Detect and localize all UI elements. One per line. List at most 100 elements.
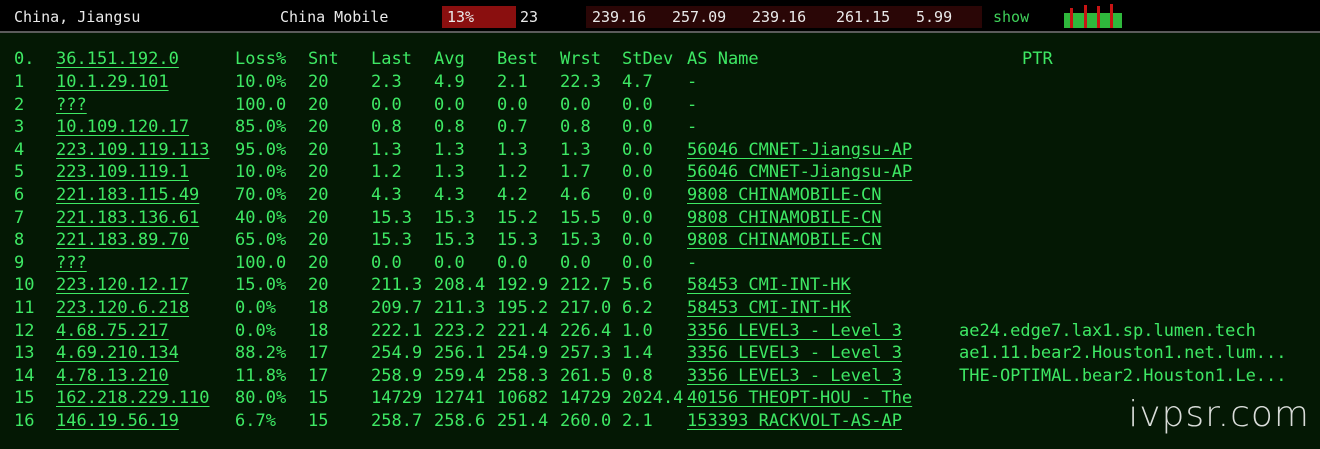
hop-last: 222.1 bbox=[371, 320, 423, 341]
hop-ip-link[interactable]: 223.109.119.113 bbox=[56, 139, 210, 161]
hop-best: 251.4 bbox=[497, 411, 549, 431]
hop-number: 4 bbox=[14, 139, 25, 160]
hop-wrst: 261.5 bbox=[560, 365, 612, 386]
hop-ip-link[interactable]: 221.183.89.70 bbox=[56, 229, 189, 251]
hop-ip-link[interactable]: 223.120.12.17 bbox=[56, 274, 189, 296]
hop-snt: 20 bbox=[308, 207, 329, 228]
hop-ip-link[interactable]: 4.69.210.134 bbox=[56, 342, 179, 364]
hop-stdev: 5.6 bbox=[622, 275, 653, 296]
hop-best: 15.3 bbox=[497, 230, 538, 251]
show-link[interactable]: show bbox=[993, 6, 1029, 28]
hop-best: 0.0 bbox=[497, 252, 528, 273]
hop-last: 1.2 bbox=[371, 162, 402, 183]
hop-ip-link[interactable]: 4.68.75.217 bbox=[56, 320, 169, 342]
col-last: Last bbox=[371, 49, 412, 69]
hop-as-name[interactable]: 9808 CHINAMOBILE-CN bbox=[687, 184, 881, 206]
hop-loss: 65.0% bbox=[235, 230, 287, 251]
hop-snt: 20 bbox=[308, 139, 329, 160]
hop-number: 16 bbox=[14, 411, 35, 431]
hop-as-name[interactable]: 56046 CMNET-Jiangsu-AP bbox=[687, 139, 912, 161]
hop-ip-link[interactable]: 4.78.13.210 bbox=[56, 365, 169, 387]
hop-wrst: 260.0 bbox=[560, 411, 612, 431]
hop-stdev: 1.4 bbox=[622, 343, 653, 364]
hop-best: 15.2 bbox=[497, 207, 538, 228]
hop-last: 258.9 bbox=[371, 365, 423, 386]
table-row: 6 221.183.115.49 70.0% 20 4.3 4.3 4.2 4.6 0.0 980… bbox=[0, 184, 1320, 207]
hop-ip-link[interactable]: 221.183.115.49 bbox=[56, 184, 199, 206]
latency-sparkline-icon bbox=[1064, 4, 1122, 28]
hop-snt: 17 bbox=[308, 365, 329, 386]
table-row: 10 223.120.12.17 15.0% 20 211.3 208.4 192.9 212… bbox=[0, 274, 1320, 297]
hop-wrst: 257.3 bbox=[560, 343, 612, 364]
probe-last: 239.16 bbox=[592, 8, 647, 26]
hop-ip-link[interactable]: 146.19.56.19 bbox=[56, 410, 179, 432]
probe-snt: 23 bbox=[520, 8, 539, 26]
hop-last: 2.3 bbox=[371, 72, 402, 92]
hop-loss: 11.8% bbox=[235, 365, 287, 386]
hop-ip-link[interactable]: ??? bbox=[56, 94, 87, 116]
hop-snt: 20 bbox=[308, 252, 329, 273]
hop-loss: 10.0% bbox=[235, 72, 287, 92]
table-row: 5 223.109.119.1 10.0% 20 1.2 1.3 1.2 1.7 0.0 5604… bbox=[0, 161, 1320, 184]
hop-as-name[interactable]: 153393 RACKVOLT-AS-AP bbox=[687, 410, 902, 432]
hop-best: 4.2 bbox=[497, 185, 528, 205]
hop-ip-link[interactable]: 10.109.120.17 bbox=[56, 116, 189, 138]
hop-last: 15.3 bbox=[371, 230, 412, 251]
col-as-name: AS Name bbox=[687, 49, 759, 69]
table-row: 1 10.1.29.101 10.0% 20 2.3 4.9 2.1 22.3 4.7 - bbox=[0, 71, 1320, 94]
hop-number: 8 bbox=[14, 230, 25, 251]
hop-best: 258.3 bbox=[497, 365, 549, 386]
hop-best: 192.9 bbox=[497, 275, 549, 296]
hop-as-name[interactable]: 40156 THEOPT-HOU - The bbox=[687, 387, 912, 409]
hop-ip-link[interactable]: 223.109.119.1 bbox=[56, 161, 189, 183]
hop-as-name[interactable]: 9808 CHINAMOBILE-CN bbox=[687, 229, 881, 251]
hop-ip-link[interactable]: 223.120.6.218 bbox=[56, 297, 189, 319]
hop-ip-link[interactable]: 221.183.136.61 bbox=[56, 207, 199, 229]
hop-wrst: 226.4 bbox=[560, 320, 612, 341]
hop-number: 11 bbox=[14, 298, 35, 318]
hop-loss: 100.0 bbox=[235, 94, 287, 115]
hop-avg: 0.0 bbox=[434, 94, 465, 115]
hop-number: 0. bbox=[14, 49, 35, 69]
hop-avg: 1.3 bbox=[434, 162, 465, 183]
table-row: 11 223.120.6.218 0.0% 18 209.7 211.3 195.2 217.… bbox=[0, 297, 1320, 320]
probe-avg: 257.09 bbox=[672, 8, 727, 26]
hop-as-name: - bbox=[687, 117, 698, 138]
hop-stdev: 2.1 bbox=[622, 411, 653, 431]
hop-as-name[interactable]: 58453 CMI-INT-HK bbox=[687, 297, 851, 319]
table-row: 12 4.68.75.217 0.0% 18 222.1 223.2 221.4 226.4 1… bbox=[0, 320, 1320, 343]
hop-as-name[interactable]: 3356 LEVEL3 - Level 3 bbox=[687, 320, 902, 342]
table-row: 14 4.78.13.210 11.8% 17 258.9 259.4 258.3 261.5… bbox=[0, 365, 1320, 388]
hop-as-name[interactable]: 3356 LEVEL3 - Level 3 bbox=[687, 365, 902, 387]
col-best: Best bbox=[497, 49, 538, 69]
hop-stdev: 0.0 bbox=[622, 207, 653, 228]
hop-as-name[interactable]: 56046 CMNET-Jiangsu-AP bbox=[687, 161, 912, 183]
hop-as-name[interactable]: 3356 LEVEL3 - Level 3 bbox=[687, 342, 902, 364]
hop-best: 2.1 bbox=[497, 72, 528, 92]
hop-wrst: 14729 bbox=[560, 388, 612, 409]
hop-stdev: 0.0 bbox=[622, 252, 653, 273]
source-ip[interactable]: 36.151.192.0 bbox=[56, 48, 179, 70]
hop-ip-link[interactable]: 162.218.229.110 bbox=[56, 387, 210, 409]
hop-number: 9 bbox=[14, 252, 25, 273]
hop-stdev: 0.0 bbox=[622, 139, 653, 160]
hop-as-name[interactable]: 9808 CHINAMOBILE-CN bbox=[687, 207, 881, 229]
hop-wrst: 0.0 bbox=[560, 252, 591, 273]
hop-last: 15.3 bbox=[371, 207, 412, 228]
hop-ip-link[interactable]: ??? bbox=[56, 252, 87, 274]
hop-snt: 15 bbox=[308, 411, 329, 431]
table-row: 16 146.19.56.19 6.7% 15 258.7 258.6 251.4 260.0… bbox=[0, 410, 1320, 433]
hop-snt: 20 bbox=[308, 185, 329, 205]
hop-as-name[interactable]: 58453 CMI-INT-HK bbox=[687, 274, 851, 296]
hop-avg: 223.2 bbox=[434, 320, 486, 341]
hop-wrst: 1.7 bbox=[560, 162, 591, 183]
hop-snt: 20 bbox=[308, 275, 329, 296]
hop-loss: 70.0% bbox=[235, 185, 287, 205]
hop-wrst: 22.3 bbox=[560, 72, 601, 92]
col-wrst: Wrst bbox=[560, 49, 601, 69]
hop-ip-link[interactable]: 10.1.29.101 bbox=[56, 71, 169, 93]
probe-isp: China Mobile bbox=[280, 8, 389, 26]
hop-stdev: 0.0 bbox=[622, 162, 653, 183]
hop-ptr: ae1.11.bear2.Houston1.net.lum... bbox=[959, 343, 1287, 364]
hop-wrst: 15.3 bbox=[560, 230, 601, 251]
